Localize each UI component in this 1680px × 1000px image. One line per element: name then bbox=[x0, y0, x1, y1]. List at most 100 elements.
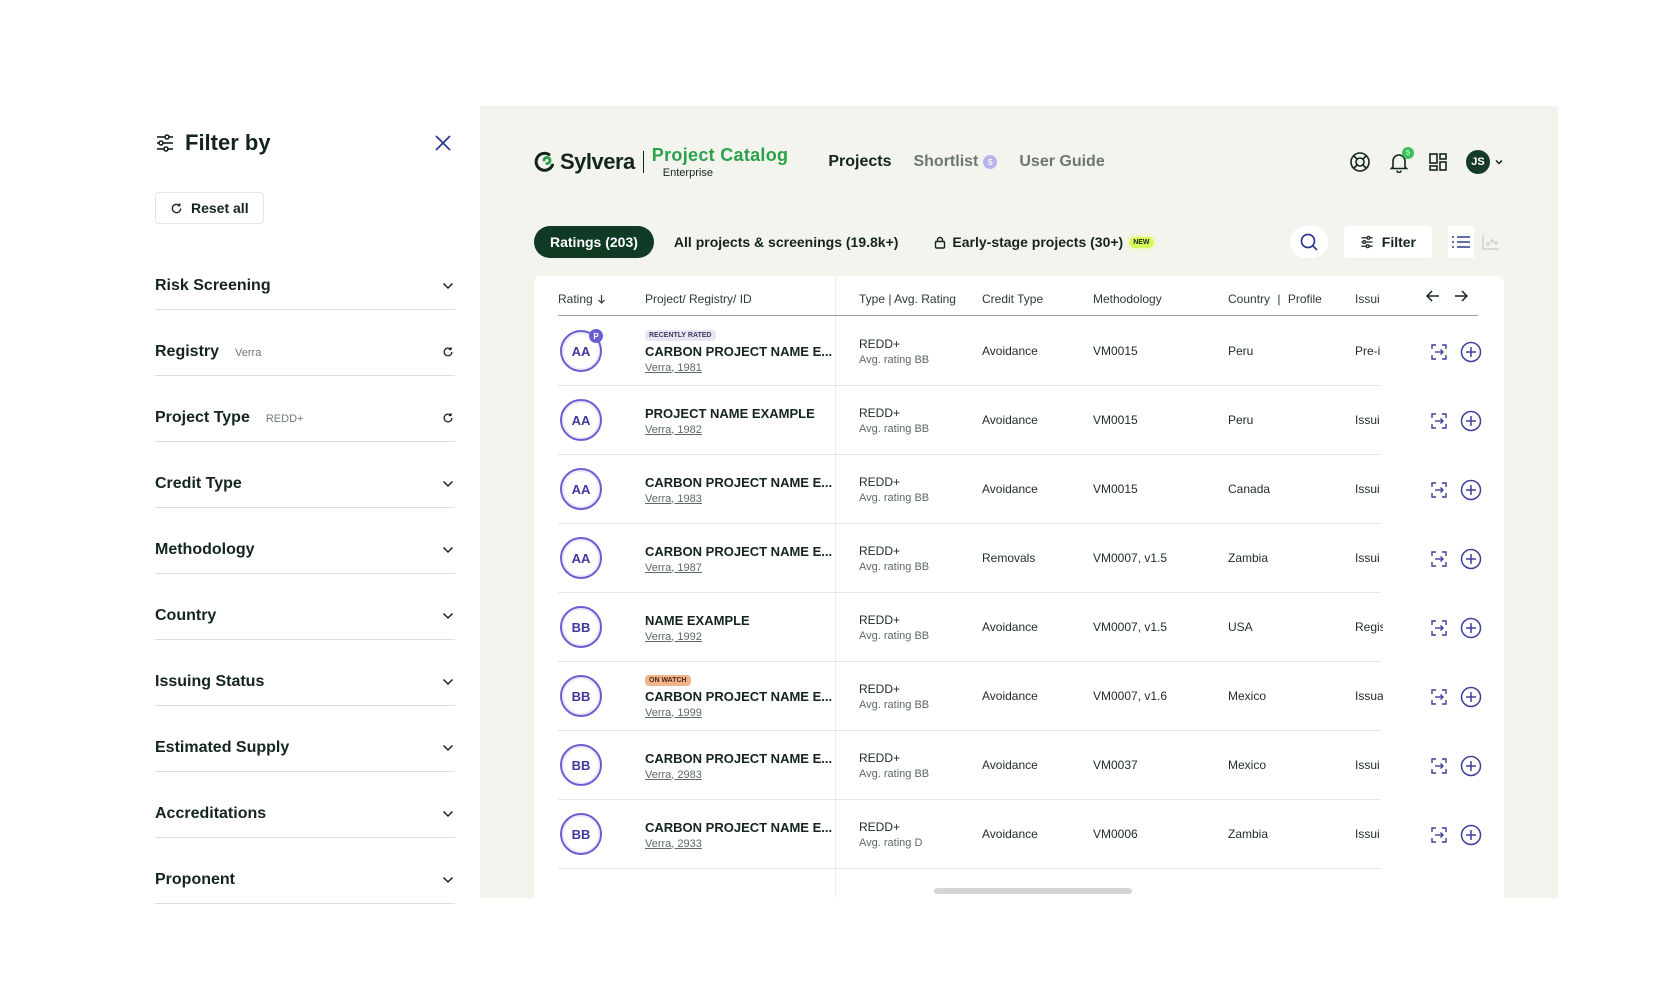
add-to-shortlist-button[interactable] bbox=[1460, 479, 1482, 501]
user-menu[interactable]: JS bbox=[1466, 150, 1504, 174]
rating-badge: AA bbox=[560, 537, 602, 579]
add-to-shortlist-button[interactable] bbox=[1460, 686, 1482, 708]
column-header-country[interactable]: Country | Profile bbox=[1228, 292, 1322, 306]
filter-section-control[interactable] bbox=[441, 543, 455, 557]
filter-section-issuing-status[interactable]: Issuing Status bbox=[155, 640, 455, 706]
column-header-rating[interactable]: Rating bbox=[558, 292, 606, 306]
list-view-button[interactable] bbox=[1448, 226, 1474, 258]
tab-label: Early-stage projects (30+) bbox=[952, 234, 1124, 250]
compare-button[interactable] bbox=[1428, 479, 1450, 501]
filter-section-control[interactable] bbox=[441, 345, 455, 359]
credit-type-cell: Avoidance bbox=[982, 689, 1038, 703]
filter-section-control[interactable] bbox=[441, 675, 455, 689]
nav-item-projects[interactable]: Projects bbox=[828, 153, 891, 171]
filter-section-control[interactable] bbox=[441, 873, 455, 887]
compare-button[interactable] bbox=[1428, 341, 1450, 363]
nav-item-shortlist[interactable]: Shortlist 5 bbox=[913, 153, 998, 171]
project-name-link[interactable]: CARBON PROJECT NAME E... bbox=[645, 544, 832, 559]
tab-early-stage[interactable]: Early-stage projects (30+) NEW bbox=[918, 226, 1169, 258]
arrow-right-icon[interactable] bbox=[1454, 290, 1468, 302]
add-to-shortlist-button[interactable] bbox=[1460, 755, 1482, 777]
project-name-link[interactable]: CARBON PROJECT NAME E... bbox=[645, 344, 832, 359]
filter-section-credit-type[interactable]: Credit Type bbox=[155, 442, 455, 508]
grid-icon[interactable] bbox=[1427, 151, 1449, 173]
add-to-shortlist-button[interactable] bbox=[1460, 410, 1482, 432]
table-row[interactable]: AA CARBON PROJECT NAME E... Verra, 1987 RED… bbox=[558, 524, 1380, 593]
filter-section-control[interactable] bbox=[441, 279, 455, 293]
add-to-shortlist-button[interactable] bbox=[1460, 341, 1482, 363]
tab-ratings[interactable]: Ratings (203) bbox=[534, 226, 654, 258]
project-name-link[interactable]: CARBON PROJECT NAME E... bbox=[645, 475, 832, 490]
column-header-credit-type[interactable]: Credit Type bbox=[982, 292, 1043, 306]
table-row[interactable]: AA P RECENTLY RATED CARBON PROJECT NAME E..… bbox=[558, 317, 1380, 386]
project-name-link[interactable]: CARBON PROJECT NAME E... bbox=[645, 689, 832, 704]
column-header-type[interactable]: Type | Avg. Rating bbox=[859, 292, 956, 306]
registry-link[interactable]: Verra, 2983 bbox=[645, 769, 832, 781]
nav-item-user-guide[interactable]: User Guide bbox=[1019, 153, 1104, 171]
arrow-left-icon[interactable] bbox=[1426, 290, 1440, 302]
add-to-shortlist-button[interactable] bbox=[1460, 548, 1482, 570]
filter-section-methodology[interactable]: Methodology bbox=[155, 508, 455, 574]
compare-button[interactable] bbox=[1428, 755, 1450, 777]
filter-section-label: Methodology bbox=[155, 540, 255, 558]
table-row[interactable]: AA CARBON PROJECT NAME E... Verra, 1983 RED… bbox=[558, 455, 1380, 524]
column-header-project[interactable]: Project/ Registry/ ID bbox=[645, 292, 752, 306]
registry-link[interactable]: Verra, 1987 bbox=[645, 562, 832, 574]
add-circle-icon bbox=[1460, 617, 1482, 638]
project-name-link[interactable]: NAME EXAMPLE bbox=[645, 613, 750, 628]
table-row[interactable]: BB CARBON PROJECT NAME E... Verra, 2933 RED… bbox=[558, 800, 1380, 869]
search-button[interactable] bbox=[1289, 226, 1328, 258]
lifebuoy-icon[interactable] bbox=[1349, 151, 1371, 173]
compare-button[interactable] bbox=[1428, 824, 1450, 846]
credit-type-cell: Avoidance bbox=[982, 344, 1038, 358]
average-rating: Avg. rating D bbox=[859, 837, 923, 849]
registry-link[interactable]: Verra, 1981 bbox=[645, 362, 832, 374]
filter-section-control[interactable] bbox=[441, 411, 455, 425]
reset-all-button[interactable]: Reset all bbox=[155, 192, 264, 224]
compare-button[interactable] bbox=[1428, 548, 1450, 570]
table-row[interactable]: BB ON WATCH CARBON PROJECT NAME E... Verra,… bbox=[558, 662, 1383, 731]
brand[interactable]: Sylvera Project Catalog Enterprise bbox=[534, 145, 788, 179]
country-cell: Mexico bbox=[1228, 758, 1267, 772]
filter-section-risk-screening[interactable]: Risk Screening bbox=[155, 244, 455, 310]
filter-section-estimated-supply[interactable]: Estimated Supply bbox=[155, 706, 455, 772]
filter-section-control[interactable] bbox=[441, 741, 455, 755]
registry-link[interactable]: Verra, 1982 bbox=[645, 424, 815, 436]
close-icon[interactable] bbox=[431, 131, 455, 155]
column-header-methodology[interactable]: Methodology bbox=[1093, 292, 1162, 306]
registry-link[interactable]: Verra, 1983 bbox=[645, 493, 832, 505]
filter-section-accreditations[interactable]: Accreditations bbox=[155, 772, 455, 838]
registry-link[interactable]: Verra, 2933 bbox=[645, 838, 832, 850]
column-header-issuing[interactable]: Issui bbox=[1355, 292, 1381, 306]
registry-link[interactable]: Verra, 1999 bbox=[645, 707, 832, 719]
filter-section-proponent[interactable]: Proponent bbox=[155, 838, 455, 904]
project-name-link[interactable]: PROJECT NAME EXAMPLE bbox=[645, 406, 815, 421]
chevron-down-icon bbox=[1495, 159, 1503, 165]
project-name-link[interactable]: CARBON PROJECT NAME E... bbox=[645, 820, 832, 835]
filter-section-control[interactable] bbox=[441, 609, 455, 623]
compare-button[interactable] bbox=[1428, 410, 1450, 432]
add-circle-icon bbox=[1460, 479, 1482, 500]
tab-all-projects[interactable]: All projects & screenings (19.8k+) bbox=[658, 226, 914, 258]
add-to-shortlist-button[interactable] bbox=[1460, 617, 1482, 639]
horizontal-scrollbar[interactable] bbox=[934, 888, 1132, 894]
filter-section-control[interactable] bbox=[441, 807, 455, 821]
notifications-button[interactable]: 5 bbox=[1388, 147, 1414, 174]
project-cell: ON WATCH CARBON PROJECT NAME E... Verra, 1… bbox=[645, 662, 832, 731]
filter-section-country[interactable]: Country bbox=[155, 574, 455, 640]
rating-badge: BB bbox=[560, 606, 602, 648]
table-row[interactable]: AA PROJECT NAME EXAMPLE Verra, 1982 REDD+ Av… bbox=[558, 386, 1380, 455]
table-row[interactable]: BB CARBON PROJECT NAME E... Verra, 2983 RED… bbox=[558, 731, 1380, 800]
chart-view-button[interactable] bbox=[1478, 226, 1504, 258]
filter-section-registry[interactable]: Registry Verra bbox=[155, 310, 455, 376]
filter-button[interactable]: Filter bbox=[1343, 226, 1432, 258]
filter-section-project-type[interactable]: Project Type REDD+ bbox=[155, 376, 455, 442]
filter-section-control[interactable] bbox=[441, 477, 455, 491]
compare-button[interactable] bbox=[1428, 617, 1450, 639]
table-row[interactable]: BB NAME EXAMPLE Verra, 1992 REDD+ Avg. ratin… bbox=[558, 593, 1383, 662]
compare-button[interactable] bbox=[1428, 686, 1450, 708]
project-name-link[interactable]: CARBON PROJECT NAME E... bbox=[645, 751, 832, 766]
registry-link[interactable]: Verra, 1992 bbox=[645, 631, 750, 643]
add-to-shortlist-button[interactable] bbox=[1460, 824, 1482, 846]
chevron-down-icon bbox=[442, 810, 454, 817]
